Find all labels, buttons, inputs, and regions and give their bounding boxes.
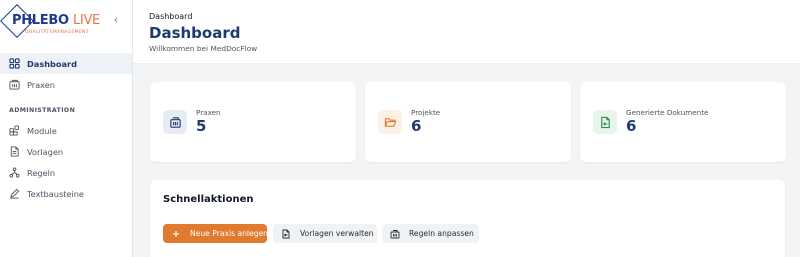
new-practice-button[interactable]: Neue Praxis anlegen — [163, 224, 268, 243]
sidebar-item-vorlagen[interactable]: Vorlagen — [0, 141, 132, 162]
pen-icon — [9, 188, 20, 199]
sidebar-item-regeln[interactable]: Regeln — [0, 162, 132, 183]
brand-name: PHLEBO LIVE — [12, 13, 100, 28]
brand-tagline: QUALITÄTSMANAGEMENT — [25, 30, 89, 35]
building-icon — [390, 229, 400, 239]
stat-value: 5 — [196, 117, 207, 135]
stat-card-projekte[interactable]: Projekte 6 — [365, 82, 571, 162]
quick-actions-panel: Schnellaktionen Neue Praxis anlegen Vorl… — [150, 180, 785, 257]
brand-logo[interactable]: PHLEBO LIVE QUALITÄTSMANAGEMENT — [0, 4, 109, 44]
stat-card-generierte-dokumente[interactable]: Generierte Dokumente 6 — [580, 82, 786, 162]
rules-tree-icon — [9, 167, 20, 178]
sidebar-item-label: Praxen — [27, 79, 55, 90]
file-import-icon — [281, 229, 291, 239]
button-label: Vorlagen verwalten — [300, 229, 374, 238]
stat-card-praxen[interactable]: Praxen 5 — [150, 82, 356, 162]
modules-icon — [9, 125, 20, 136]
sidebar-item-textbausteine[interactable]: Textbausteine — [0, 183, 132, 204]
collapse-sidebar-icon[interactable]: ‹ — [111, 14, 121, 26]
sidebar: PHLEBO LIVE QUALITÄTSMANAGEMENT ‹ Dashbo… — [0, 0, 133, 257]
stat-label: Projekte — [411, 108, 441, 117]
button-label: Regeln anpassen — [409, 229, 474, 238]
folder-open-icon — [378, 110, 402, 134]
sidebar-item-label: Regeln — [27, 167, 56, 178]
button-label: Neue Praxis anlegen — [190, 229, 268, 238]
building-icon — [163, 110, 187, 134]
adjust-rules-button[interactable]: Regeln anpassen — [382, 224, 479, 243]
stat-label: Generierte Dokumente — [626, 108, 709, 117]
sidebar-item-label: Textbausteine — [27, 188, 84, 199]
sidebar-section-administration: ADMINISTRATION — [9, 107, 76, 114]
page-subtitle: Willkommen bei MedDocFlow — [149, 44, 258, 53]
breadcrumb[interactable]: Dashboard — [149, 12, 192, 21]
quick-actions-title: Schnellaktionen — [163, 194, 254, 205]
sidebar-item-label: Dashboard — [27, 58, 77, 69]
file-export-icon — [593, 110, 617, 134]
sidebar-item-module[interactable]: Module — [0, 120, 132, 141]
document-icon — [9, 146, 20, 157]
sidebar-item-label: Vorlagen — [27, 146, 64, 157]
manage-templates-button[interactable]: Vorlagen verwalten — [273, 224, 377, 243]
stat-value: 6 — [411, 117, 422, 135]
plus-icon — [171, 229, 181, 239]
sidebar-item-dashboard[interactable]: Dashboard — [0, 53, 132, 74]
page-header: Dashboard Dashboard Willkommen bei MedDo… — [133, 0, 800, 64]
sidebar-item-label: Module — [27, 125, 57, 136]
sidebar-item-praxen[interactable]: Praxen — [0, 74, 132, 95]
building-icon — [9, 79, 20, 90]
page-title: Dashboard — [149, 24, 241, 42]
stat-label: Praxen — [196, 108, 221, 117]
stat-value: 6 — [626, 117, 637, 135]
dashboard-grid-icon — [9, 58, 20, 69]
